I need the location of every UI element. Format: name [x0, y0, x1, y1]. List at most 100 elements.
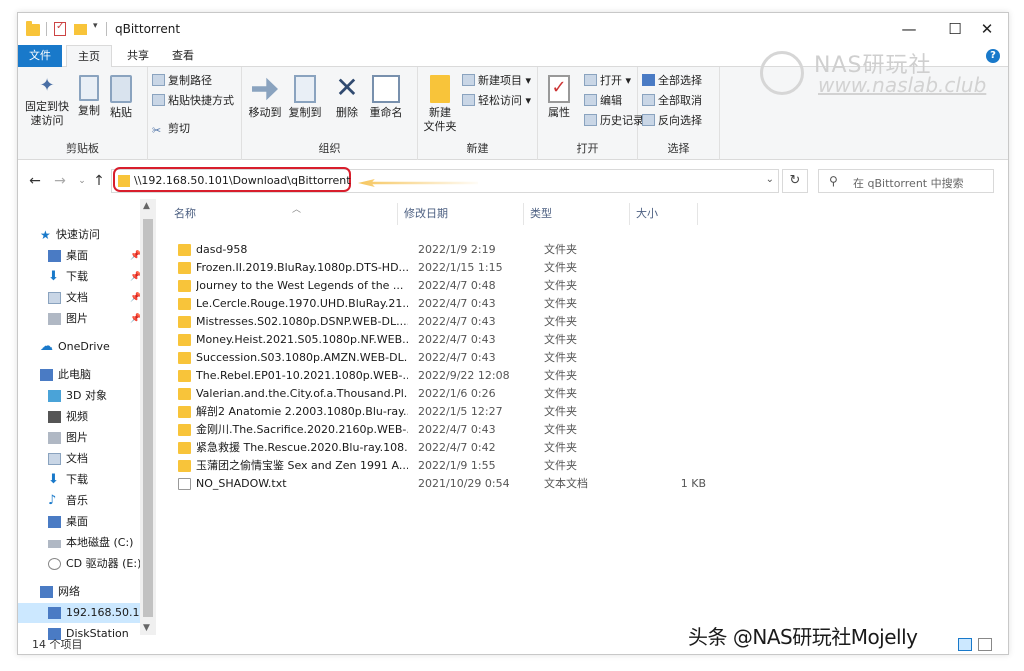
easy-access-button[interactable]: 轻松访问 ▾	[462, 93, 531, 111]
tab-home[interactable]: 主页	[66, 45, 112, 68]
file-row[interactable]: Money.Heist.2021.S05.1080p.NF.WEB... 2022…	[172, 331, 712, 349]
rename-button[interactable]: 重命名	[366, 75, 406, 120]
edit-icon	[584, 94, 597, 106]
tab-view[interactable]: 查看	[161, 45, 205, 67]
column-header-date[interactable]: 修改日期	[398, 203, 524, 225]
copy-to-button[interactable]: 复制到	[286, 75, 324, 120]
edit-button[interactable]: 编辑	[584, 93, 622, 111]
file-row[interactable]: Le.Cercle.Rouge.1970.UHD.BluRay.21... 202…	[172, 295, 712, 313]
new-group: 新建 文件夹 新建项目 ▾ 轻松访问 ▾ 新建	[418, 67, 538, 160]
sidebar-item-downloads[interactable]: ⬇ 下载 📌	[18, 267, 141, 287]
star-icon: ★	[40, 228, 51, 242]
large-icons-view-icon[interactable]	[978, 638, 992, 651]
music-icon: ♪	[48, 493, 57, 508]
select-group-label: 选择	[667, 142, 690, 155]
copy-button[interactable]: 复制	[76, 75, 102, 118]
scroll-up-arrow-icon[interactable]: ▲	[143, 201, 150, 211]
folder-icon	[178, 334, 191, 346]
cube-icon	[48, 390, 61, 402]
select-all-button[interactable]: 全部选择	[642, 73, 702, 91]
select-none-button[interactable]: 全部取消	[642, 93, 702, 111]
refresh-button[interactable]: ↻	[782, 169, 808, 193]
sidebar-item-pictures-pc[interactable]: 图片	[18, 428, 140, 448]
column-header-size[interactable]: 大小	[630, 203, 698, 225]
paste-shortcut-button[interactable]: 粘贴快捷方式	[152, 93, 234, 111]
tab-file[interactable]: 文件	[18, 45, 62, 67]
up-arrow-icon[interactable]: ↑	[91, 172, 107, 190]
scroll-down-arrow-icon[interactable]: ▼	[143, 623, 150, 633]
sidebar-item-music[interactable]: ♪ 音乐	[18, 491, 140, 511]
sidebar-item-videos[interactable]: 视频	[18, 407, 140, 427]
properties-quick-icon[interactable]	[54, 21, 66, 36]
sidebar-scrollbar[interactable]: ▲ ▼	[140, 199, 156, 635]
cut-button[interactable]: ✂ 剪切	[152, 121, 190, 139]
address-dropdown-icon[interactable]: ⌄	[766, 174, 774, 185]
new-folder-quick-icon[interactable]	[74, 24, 87, 35]
details-view-icon[interactable]	[958, 638, 972, 651]
rename-icon	[372, 75, 400, 103]
back-arrow-icon[interactable]: ←	[27, 172, 43, 190]
sidebar-item-desktop[interactable]: 桌面 📌	[18, 246, 141, 266]
tab-share[interactable]: 共享	[116, 45, 160, 67]
delete-button[interactable]: ✕ 删除	[332, 74, 362, 120]
sidebar-item-this-pc[interactable]: 此电脑	[18, 365, 140, 385]
sidebar-item-quick-access[interactable]: ★ 快速访问	[18, 225, 140, 245]
clipboard-extra: 复制路径 粘贴快捷方式 ✂ 剪切	[148, 67, 242, 160]
invert-selection-button[interactable]: 反向选择	[642, 113, 702, 131]
title-bar: ▾ qBittorrent — ☐ ✕	[18, 13, 1008, 45]
sidebar-item-onedrive[interactable]: ☁ OneDrive	[18, 337, 140, 357]
sidebar-item-pictures[interactable]: 图片 📌	[18, 309, 141, 329]
file-row[interactable]: 解剖2 Anatomie 2.2003.1080p.Blu-ray... 2022…	[172, 403, 712, 421]
new-group-label: 新建	[466, 142, 489, 155]
sidebar-item-3d-objects[interactable]: 3D 对象	[18, 386, 140, 406]
sidebar-item-local-disk-c[interactable]: 本地磁盘 (C:)	[18, 533, 140, 553]
scrollbar-thumb[interactable]	[143, 219, 153, 617]
folder-icon	[118, 175, 130, 187]
sidebar-item-192-168-50-101[interactable]: 192.168.50.101	[18, 603, 153, 623]
sidebar-item-cd-drive-e[interactable]: CD 驱动器 (E:)	[18, 554, 141, 574]
sort-ascending-icon: ︿	[292, 205, 302, 215]
sidebar-item-network[interactable]: 网络	[18, 582, 140, 602]
new-item-button[interactable]: 新建项目 ▾	[462, 73, 531, 91]
file-row[interactable]: Valerian.and.the.City.of.a.Thousand.Pl..…	[172, 385, 712, 403]
history-icon	[584, 114, 597, 126]
new-folder-button[interactable]: 新建 文件夹	[422, 75, 458, 134]
file-row[interactable]: Succession.S03.1080p.AMZN.WEB-DL... 2022/…	[172, 349, 712, 367]
item-count: 14 个项目	[32, 638, 83, 651]
history-button[interactable]: 历史记录	[584, 113, 644, 131]
document-icon	[48, 292, 61, 304]
desktop-icon	[48, 516, 61, 528]
file-row[interactable]: NO_SHADOW.txt 2021/10/29 0:54 文本文档 1 KB	[172, 475, 712, 493]
navigation-pane: ★ 快速访问 桌面 📌 ⬇ 下载 📌 文档 📌 图片 📌 ☁ OneDrive 此电脑 3D …	[18, 199, 156, 640]
close-button[interactable]: ✕	[964, 13, 1008, 45]
forward-arrow-icon[interactable]: →	[52, 172, 68, 190]
file-row[interactable]: 紧急救援 The.Rescue.2020.Blu-ray.108... 2022/…	[172, 439, 712, 457]
file-row[interactable]: dasd-958 2022/1/9 2:19 文件夹	[172, 241, 712, 259]
recent-locations-chevron-icon[interactable]: ⌄	[74, 172, 90, 190]
sidebar-item-downloads-pc[interactable]: ⬇ 下载	[18, 470, 140, 490]
minimize-button[interactable]: —	[886, 13, 932, 45]
column-header-name[interactable]: 名称 ︿	[172, 203, 398, 225]
sidebar-item-desktop-pc[interactable]: 桌面	[18, 512, 140, 532]
sidebar-item-documents-pc[interactable]: 文档	[18, 449, 140, 469]
paste-button[interactable]: 粘贴	[108, 75, 134, 120]
open-button[interactable]: 打开 ▾	[584, 73, 631, 91]
sidebar-item-documents[interactable]: 文档 📌	[18, 288, 141, 308]
file-row[interactable]: The.Rebel.EP01-10.2021.1080p.WEB-... 2022…	[172, 367, 712, 385]
column-header-type[interactable]: 类型	[524, 203, 630, 225]
customize-toolbar-dropdown-icon[interactable]: ▾	[93, 21, 98, 31]
file-row[interactable]: 金刚川.The.Sacrifice.2020.2160p.WEB-... 2022…	[172, 421, 712, 439]
move-to-button[interactable]: 移动到	[246, 75, 284, 120]
separator	[46, 22, 47, 36]
search-box[interactable]: ⚲ 在 qBittorrent 中搜索	[818, 169, 994, 193]
copy-path-button[interactable]: 复制路径	[152, 73, 212, 91]
file-row[interactable]: Mistresses.S02.1080p.DSNP.WEB-DL.... 2022…	[172, 313, 712, 331]
file-row[interactable]: Frozen.II.2019.BluRay.1080p.DTS-HD... 202…	[172, 259, 712, 277]
open-icon	[584, 74, 597, 86]
open-group: ✓ 属性 打开 ▾ 编辑 历史记录 打开	[538, 67, 644, 160]
address-bar[interactable]: \\192.168.50.101\Download\qBittorrent ⌄	[111, 167, 779, 193]
file-row[interactable]: 玉蒲团之偷情宝鉴 Sex and Zen 1991 A... 2022/1/9 1…	[172, 457, 712, 475]
properties-button[interactable]: ✓ 属性	[544, 75, 574, 120]
file-row[interactable]: Journey to the West Legends of the ... 20…	[172, 277, 712, 295]
pin-to-quick-access-button[interactable]: ✦ 固定到快 速访问	[22, 75, 72, 128]
